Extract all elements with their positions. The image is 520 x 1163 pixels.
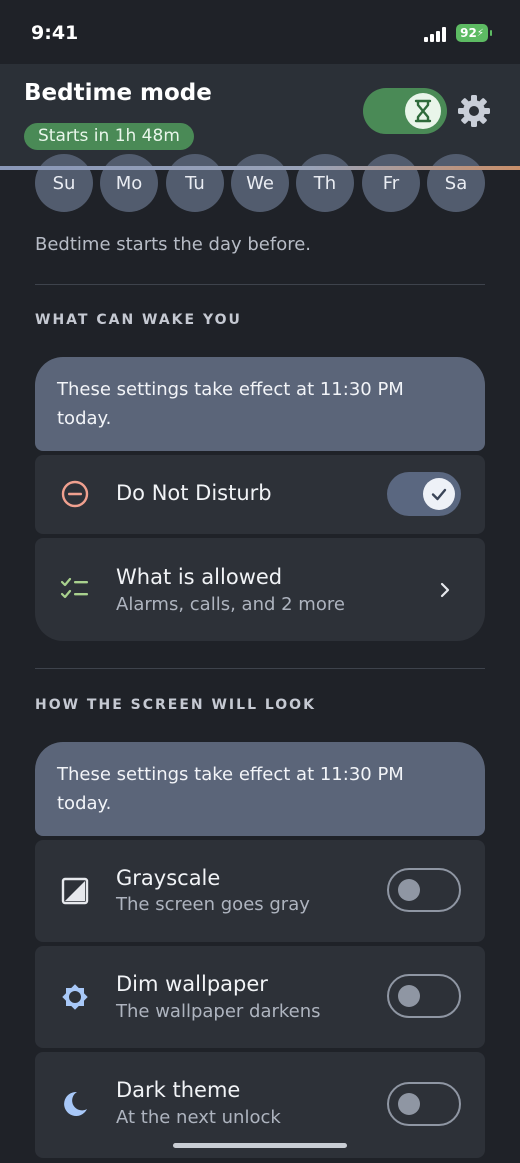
day-chip-saturday[interactable]: Sa — [427, 154, 485, 212]
chevron-right-icon — [440, 582, 450, 598]
day-chip-tuesday[interactable]: Tu — [166, 154, 224, 212]
days-note: Bedtime starts the day before. — [35, 234, 312, 255]
toggle-knob — [398, 879, 420, 901]
toggle-knob — [405, 93, 441, 129]
do-not-disturb-toggle[interactable] — [387, 472, 461, 516]
home-indicator[interactable] — [173, 1143, 347, 1148]
what-is-allowed-title: What is allowed — [116, 565, 283, 589]
hourglass-icon — [414, 99, 432, 123]
section-divider — [35, 284, 485, 285]
dim-wallpaper-subtitle: The wallpaper darkens — [116, 1001, 321, 1022]
header-divider — [0, 166, 520, 170]
moon-icon — [59, 1088, 91, 1120]
grayscale-toggle[interactable] — [387, 868, 461, 912]
section-divider — [35, 668, 485, 669]
dim-wallpaper-title: Dim wallpaper — [116, 972, 268, 996]
day-selector: Su Mo Tu We Th Fr Sa — [35, 154, 485, 212]
day-chip-friday[interactable]: Fr — [362, 154, 420, 212]
brightness-icon — [59, 981, 91, 1013]
cellular-signal-icon — [424, 27, 446, 42]
screen-section-title: HOW THE SCREEN WILL LOOK — [35, 697, 316, 713]
dark-theme-toggle[interactable] — [387, 1082, 461, 1126]
dim-wallpaper-toggle[interactable] — [387, 974, 461, 1018]
do-not-disturb-icon — [59, 478, 91, 510]
do-not-disturb-label: Do Not Disturb — [116, 481, 272, 505]
do-not-disturb-row[interactable]: Do Not Disturb — [35, 455, 485, 534]
grayscale-title: Grayscale — [116, 866, 221, 890]
charging-bolt-icon: ⚡ — [476, 27, 484, 39]
status-time: 9:41 — [31, 22, 79, 44]
toggle-knob — [423, 478, 455, 510]
page-title: Bedtime mode — [24, 80, 212, 106]
toggle-knob — [398, 1093, 420, 1115]
battery-icon: 92 ⚡ — [456, 24, 492, 42]
grayscale-icon — [59, 875, 91, 907]
dim-wallpaper-row[interactable]: Dim wallpaper The wallpaper darkens — [35, 946, 485, 1048]
toggle-knob — [398, 985, 420, 1007]
grayscale-subtitle: The screen goes gray — [116, 894, 310, 915]
checkmark-icon — [431, 488, 447, 501]
bedtime-mode-toggle[interactable] — [363, 88, 447, 134]
starts-in-badge: Starts in 1h 48m — [24, 123, 194, 150]
wake-section-title: WHAT CAN WAKE YOU — [35, 312, 242, 328]
what-is-allowed-subtitle: Alarms, calls, and 2 more — [116, 594, 345, 615]
dark-theme-subtitle: At the next unlock — [116, 1107, 281, 1128]
battery-level: 92 — [460, 26, 477, 40]
settings-gear-icon[interactable] — [456, 93, 492, 129]
day-chip-thursday[interactable]: Th — [296, 154, 354, 212]
dark-theme-title: Dark theme — [116, 1078, 241, 1102]
checklist-icon — [59, 572, 91, 604]
wake-effect-banner: These settings take effect at 11:30 PM t… — [35, 357, 485, 451]
screen-effect-banner: These settings take effect at 11:30 PM t… — [35, 742, 485, 836]
day-chip-sunday[interactable]: Su — [35, 154, 93, 212]
what-is-allowed-row[interactable]: What is allowed Alarms, calls, and 2 mor… — [35, 538, 485, 641]
day-chip-wednesday[interactable]: We — [231, 154, 289, 212]
day-chip-monday[interactable]: Mo — [100, 154, 158, 212]
grayscale-row[interactable]: Grayscale The screen goes gray — [35, 840, 485, 942]
status-bar: 9:41 92 ⚡ — [0, 0, 520, 64]
